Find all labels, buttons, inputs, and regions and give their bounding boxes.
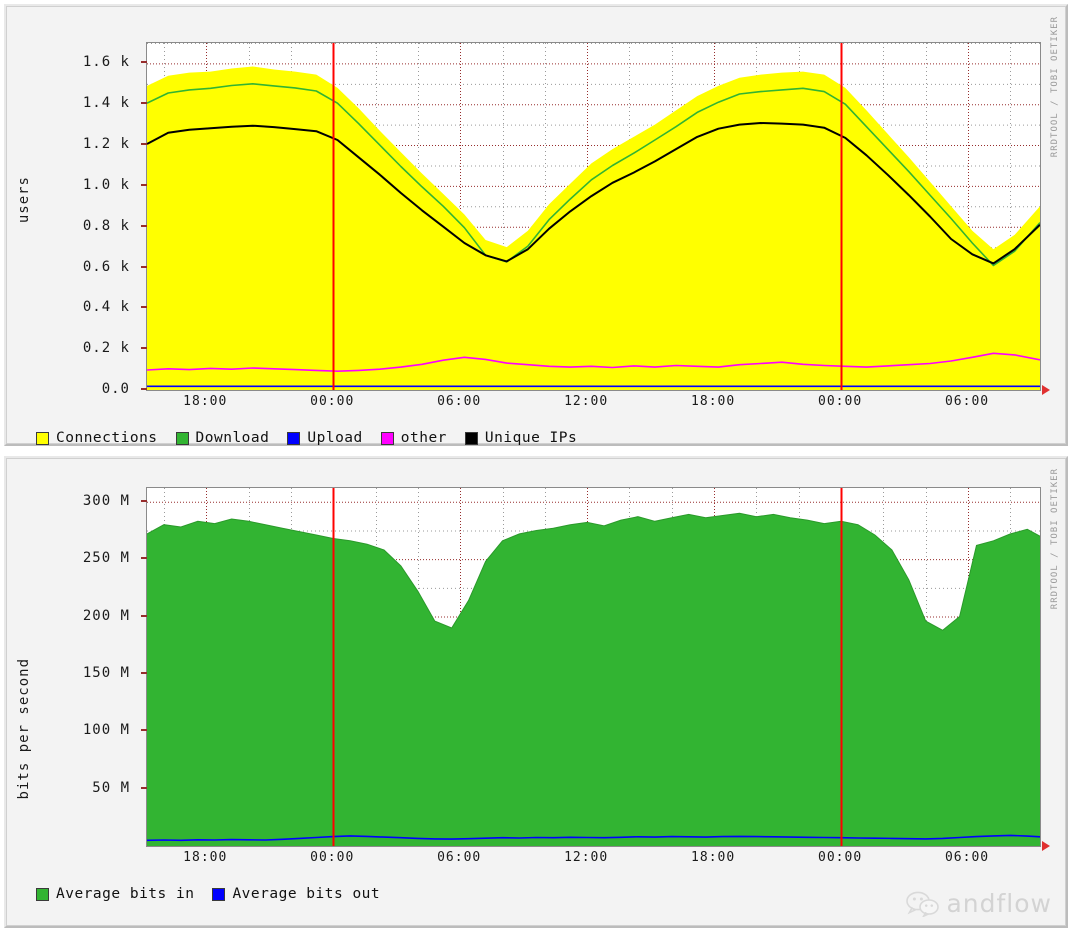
x-tick-label: 00:00 (310, 850, 355, 865)
legend-label: Download (195, 430, 270, 446)
y-tick-label: 0.4 k (82, 299, 130, 316)
legend-swatch-other (380, 431, 394, 445)
y-tick-label: 200 M (82, 607, 130, 624)
y-tick-mark (141, 265, 147, 268)
rrdtool-watermark: RRDTOOL / TOBI OETIKER (1050, 16, 1060, 158)
x-tick-label: 06:00 (437, 850, 482, 865)
y-tick-mark (141, 143, 147, 146)
y-tick-mark (141, 614, 147, 617)
y-tick-label: 1.0 k (82, 176, 130, 193)
andflow-watermark: andflow (906, 889, 1052, 918)
y-tick-mark (141, 671, 147, 674)
users-axis-arrow-icon (1042, 385, 1050, 395)
legend-item: Upload (287, 430, 362, 446)
bandwidth-graph-panel: RRDTOOL / TOBI OETIKER bits per second 5… (4, 456, 1068, 928)
y-tick-mark (141, 224, 147, 227)
users-legend: Connections Download Upload other Unique IPs (36, 430, 595, 446)
legend-label: Upload (307, 430, 363, 446)
y-tick-label: 150 M (82, 664, 130, 681)
legend-swatch-upload (287, 431, 301, 445)
users-graph-area: RRDTOOL / TOBI OETIKER users 0.0 0.2 k 0.4… (6, 6, 1066, 446)
x-tick-label: 12:00 (564, 850, 609, 865)
bandwidth-axis-arrow-icon (1042, 841, 1050, 851)
y-tick-label: 300 M (82, 492, 130, 509)
legend-item: Unique IPs (464, 430, 578, 446)
legend-swatch-download (175, 431, 189, 445)
y-tick-mark (141, 61, 147, 64)
legend-swatch-bits-in (36, 887, 49, 901)
x-tick-label: 00:00 (818, 850, 863, 865)
legend-label: other (400, 430, 447, 446)
legend-swatch-connections (36, 431, 49, 445)
legend-label: Connections (56, 430, 158, 446)
y-tick-mark (141, 183, 147, 186)
legend-swatch-bits-out (212, 887, 226, 901)
legend-item: Average bits in (36, 886, 194, 902)
x-tick-label: 12:00 (564, 394, 609, 409)
legend-label: Average bits in (56, 886, 195, 902)
x-tick-label: 00:00 (818, 394, 863, 409)
y-tick-mark (141, 499, 147, 502)
y-tick-label: 0.8 k (82, 217, 130, 234)
users-graph-panel: RRDTOOL / TOBI OETIKER users 0.0 0.2 k 0.4… (4, 4, 1068, 446)
y-tick-label: 1.4 k (82, 95, 130, 112)
andflow-label: andflow (946, 889, 1052, 918)
x-tick-label: 06:00 (944, 850, 990, 865)
y-tick-mark (141, 102, 147, 105)
y-tick-mark (141, 729, 147, 732)
y-tick-mark (141, 557, 147, 560)
legend-swatch-unique-ips (464, 431, 478, 445)
y-tick-mark (141, 388, 147, 390)
users-plot[interactable] (146, 42, 1041, 391)
wechat-icon (906, 891, 940, 917)
y-tick-label: 0.2 k (82, 340, 130, 357)
y-tick-label: 100 M (82, 722, 130, 739)
x-tick-label: 06:00 (437, 394, 482, 409)
y-tick-mark (141, 786, 147, 789)
legend-item: Download (175, 430, 270, 446)
y-tick-mark (141, 347, 147, 350)
x-tick-label: 18:00 (183, 850, 228, 865)
bandwidth-legend: Average bits in Average bits out (36, 886, 398, 902)
y-tick-label: 1.6 k (82, 54, 130, 71)
legend-item: Average bits out (212, 886, 380, 902)
x-tick-label: 00:00 (310, 394, 355, 409)
legend-item: Connections (36, 430, 158, 446)
y-tick-label: 50 M (92, 779, 130, 796)
x-tick-label: 18:00 (691, 394, 736, 409)
y-tick-label: 1.2 k (82, 136, 130, 153)
x-tick-label: 18:00 (183, 394, 228, 409)
y-tick-label: 250 M (82, 550, 130, 567)
legend-item: other (380, 430, 447, 446)
bandwidth-graph-area: RRDTOOL / TOBI OETIKER bits per second 5… (6, 458, 1066, 926)
legend-label: Average bits out (232, 886, 381, 902)
rrdtool-watermark-2: RRDTOOL / TOBI OETIKER (1050, 468, 1060, 610)
x-tick-label: 06:00 (944, 394, 990, 409)
bandwidth-plot[interactable] (146, 487, 1041, 847)
x-tick-label: 18:00 (691, 850, 736, 865)
legend-label: Unique IPs (484, 430, 578, 446)
y-tick-label: 0.0 (101, 381, 130, 397)
y-tick-label: 0.6 k (82, 258, 130, 275)
y-tick-mark (141, 306, 147, 309)
